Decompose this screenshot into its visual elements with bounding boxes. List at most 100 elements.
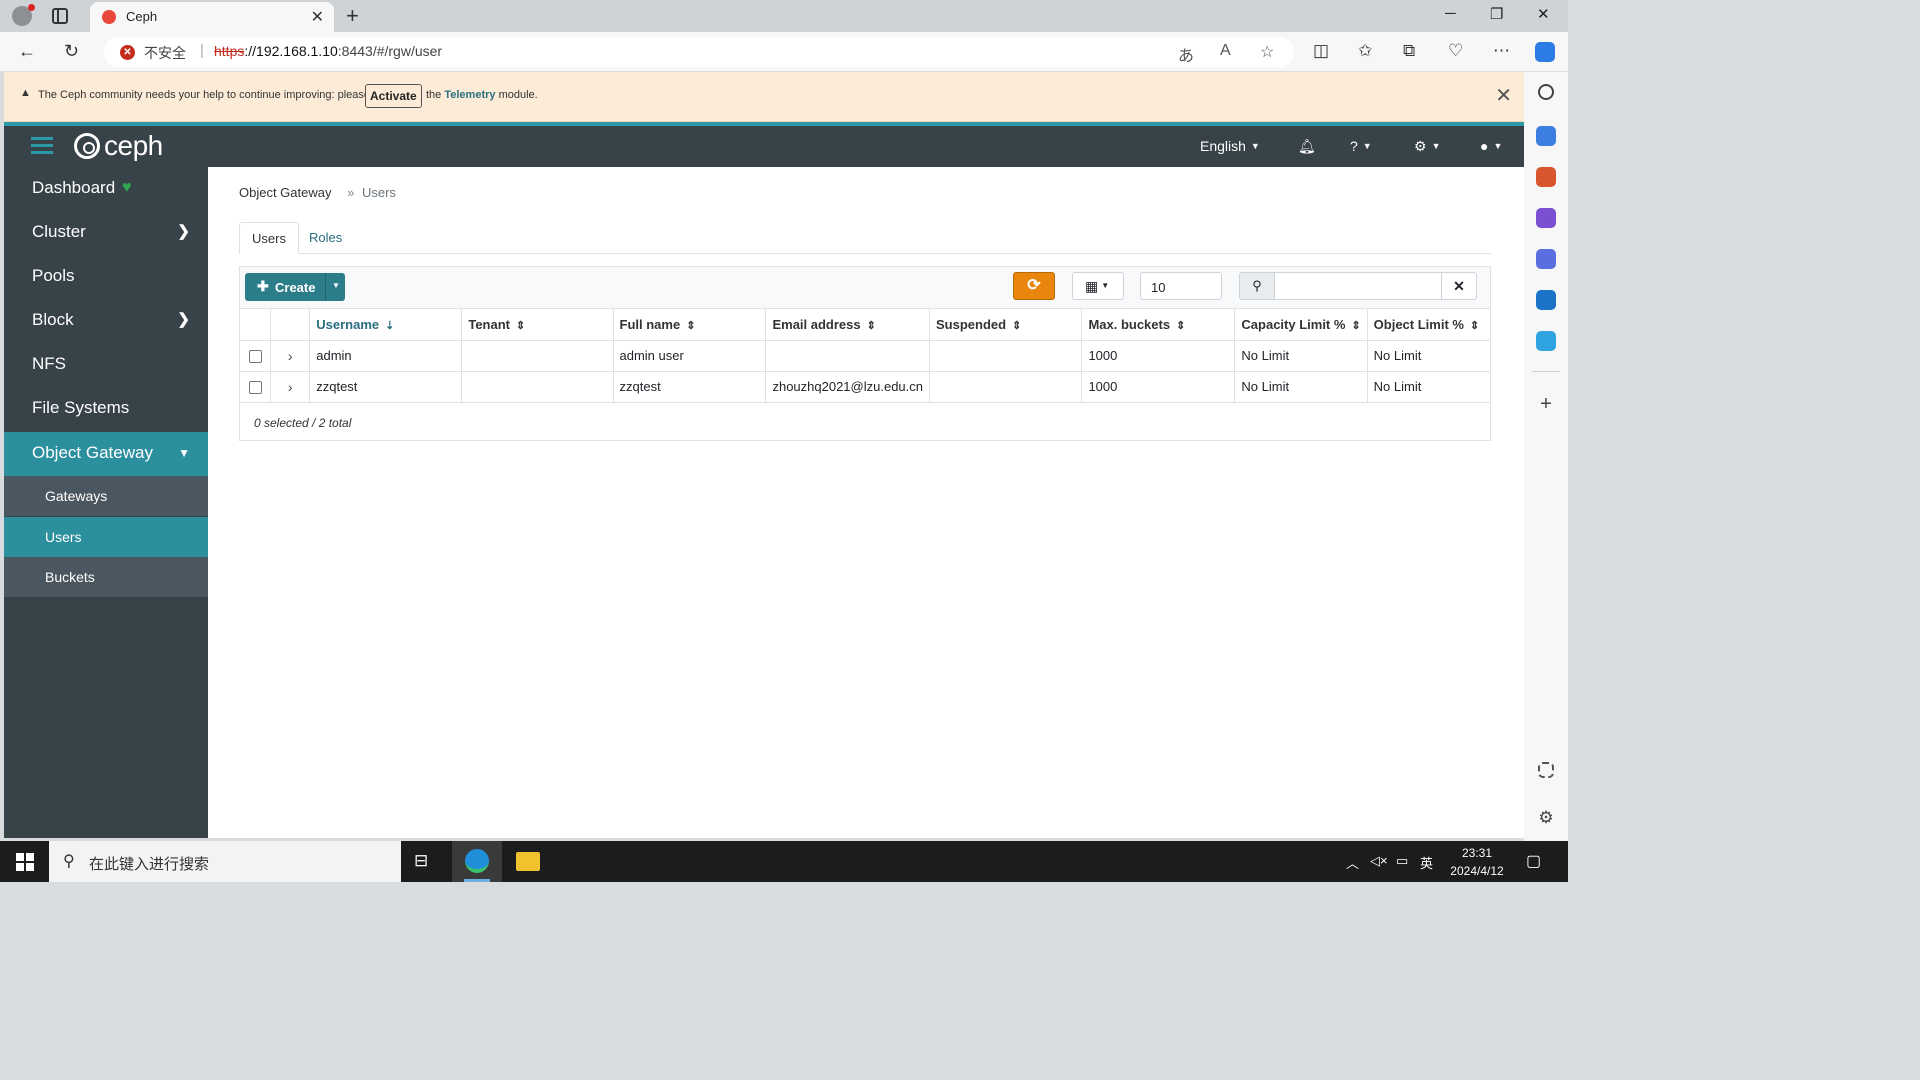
insecure-warning-icon[interactable]: ✕: [120, 45, 135, 60]
cell-full-name: admin user: [613, 340, 767, 372]
translate-icon[interactable]: あ: [1178, 42, 1194, 66]
column-header-email[interactable]: Email address ⇕: [765, 309, 930, 341]
microsoft365-icon[interactable]: [1536, 249, 1556, 269]
window-close-icon[interactable]: ✕: [1537, 5, 1550, 23]
maximize-icon[interactable]: ❐: [1490, 5, 1503, 23]
tools-icon[interactable]: [1536, 167, 1556, 187]
telemetry-link[interactable]: Telemetry: [444, 89, 495, 101]
sidebar-subitem-users[interactable]: Users: [4, 517, 208, 557]
warning-icon: ▲: [20, 87, 31, 99]
tab-users[interactable]: Users: [239, 222, 299, 254]
column-header-username[interactable]: Username ⇣: [309, 309, 463, 341]
gear-icon[interactable]: ⚙ ▼: [1414, 138, 1440, 155]
more-menu-icon[interactable]: ⋯: [1493, 41, 1510, 61]
volume-muted-icon[interactable]: ◁×: [1370, 853, 1388, 869]
cell-username: zzqtest: [309, 371, 463, 403]
close-tab-icon[interactable]: ✕: [311, 7, 324, 27]
table-row[interactable]: › admin admin user 1000 No Limit No Limi…: [240, 340, 1490, 372]
read-aloud-icon[interactable]: A: [1220, 42, 1231, 60]
checkbox[interactable]: [248, 350, 262, 364]
windows-taskbar: ⚲ 在此键入进行搜索 ⊟ ︿ ◁× ▭ 英 23:31 2024/4/12 ▢: [0, 841, 1568, 882]
favorites-icon[interactable]: ✩: [1358, 41, 1372, 61]
reload-icon[interactable]: ↻: [64, 41, 79, 62]
screenshot-icon[interactable]: [1538, 762, 1554, 778]
send-icon[interactable]: [1536, 331, 1556, 351]
split-screen-icon[interactable]: ◫: [1313, 41, 1329, 61]
cell-object-limit: No Limit: [1367, 340, 1490, 372]
outlook-icon[interactable]: [1536, 290, 1556, 310]
sidebar-item-nfs[interactable]: NFS: [4, 343, 208, 387]
url-text[interactable]: https://192.168.1.10:8443/#/rgw/user: [214, 43, 442, 59]
favorite-star-icon[interactable]: ☆: [1260, 42, 1274, 62]
row-checkbox[interactable]: [240, 340, 272, 372]
task-view-icon[interactable]: ⊟: [414, 851, 428, 871]
help-icon[interactable]: ? ▼: [1350, 138, 1372, 154]
selection-count: 0 selected / 2 total: [254, 416, 352, 430]
ceph-logo-icon[interactable]: [74, 133, 100, 159]
row-expand-icon[interactable]: ›: [270, 371, 311, 403]
new-tab-icon[interactable]: +: [346, 3, 359, 29]
column-toggle-button[interactable]: ▦ ▼: [1072, 272, 1124, 300]
sidebar-item-pools[interactable]: Pools: [4, 255, 208, 299]
edge-taskbar-icon[interactable]: [452, 841, 502, 882]
hamburger-menu-icon[interactable]: [31, 137, 53, 155]
sidebar-settings-icon[interactable]: ⚙: [1536, 808, 1556, 828]
column-header-max-buckets[interactable]: Max. buckets ⇕: [1081, 309, 1236, 341]
create-button[interactable]: ✚ Create ▼: [245, 273, 345, 301]
browser-essentials-icon[interactable]: ♡: [1448, 41, 1463, 61]
language-dropdown[interactable]: English ▼: [1200, 138, 1260, 154]
security-label[interactable]: 不安全: [144, 43, 186, 63]
copilot-icon[interactable]: [1535, 42, 1555, 62]
network-icon[interactable]: ▭: [1396, 853, 1408, 869]
browser-tab-ceph[interactable]: Ceph ✕: [90, 2, 334, 32]
page-size-input[interactable]: 10: [1140, 272, 1222, 300]
shopping-icon[interactable]: [1536, 126, 1556, 146]
windows-start-icon[interactable]: [16, 853, 34, 871]
search-sidebar-icon[interactable]: [1538, 84, 1554, 100]
notice-close-icon[interactable]: ✕: [1495, 83, 1512, 108]
sidebar-item-label: File Systems: [32, 398, 130, 417]
sort-ascending-icon: ⇣: [385, 319, 395, 332]
add-sidebar-app-icon[interactable]: +: [1536, 394, 1556, 414]
minimize-icon[interactable]: ─: [1445, 5, 1456, 22]
column-header-full-name[interactable]: Full name ⇕: [613, 309, 767, 341]
taskbar-search[interactable]: ⚲ 在此键入进行搜索: [49, 841, 401, 882]
ceph-logo-text[interactable]: ceph: [104, 130, 163, 162]
activate-button[interactable]: Activate: [365, 84, 422, 108]
sidebar-subitem-buckets[interactable]: Buckets: [4, 557, 208, 597]
search-input[interactable]: [1274, 272, 1442, 300]
column-header-suspended[interactable]: Suspended ⇕: [929, 309, 1083, 341]
row-expand-icon[interactable]: ›: [270, 340, 311, 372]
search-icon[interactable]: ⚲: [1239, 272, 1275, 300]
sidebar-item-object-gateway[interactable]: Object Gateway ▼: [4, 432, 208, 476]
sidebar-item-block[interactable]: Block ❯: [4, 299, 208, 343]
tab-actions-icon[interactable]: [52, 8, 68, 24]
tab-roles[interactable]: Roles: [297, 222, 354, 254]
ime-indicator[interactable]: 英: [1420, 853, 1433, 872]
sidebar-subitem-gateways[interactable]: Gateways: [4, 476, 208, 516]
sidebar-item-file-systems[interactable]: File Systems: [4, 387, 208, 431]
notifications-icon[interactable]: ▢: [1526, 851, 1541, 871]
collections-icon[interactable]: ⧉: [1403, 41, 1415, 61]
taskbar-search-placeholder: 在此键入进行搜索: [89, 856, 210, 873]
checkbox[interactable]: [248, 381, 262, 395]
column-header-tenant[interactable]: Tenant ⇕: [461, 309, 614, 341]
clear-search-icon[interactable]: ✕: [1441, 272, 1477, 300]
table-row[interactable]: › zzqtest zzqtest zhouzhq2021@lzu.edu.cn…: [240, 371, 1490, 403]
column-header-object-limit[interactable]: Object Limit % ⇕: [1367, 309, 1490, 341]
refresh-button[interactable]: ⟳: [1013, 272, 1055, 300]
address-bar[interactable]: ✕ 不安全 | https://192.168.1.10:8443/#/rgw/…: [104, 37, 1294, 67]
file-explorer-icon[interactable]: [516, 852, 540, 871]
chevron-down-icon[interactable]: ▼: [332, 281, 340, 290]
taskbar-clock[interactable]: 23:31 2024/4/12: [1444, 844, 1510, 880]
games-icon[interactable]: [1536, 208, 1556, 228]
row-checkbox[interactable]: [240, 371, 272, 403]
show-hidden-icons-icon[interactable]: ︿: [1346, 853, 1359, 872]
sidebar-item-dashboard[interactable]: Dashboard ♥: [4, 167, 208, 211]
sidebar-item-cluster[interactable]: Cluster ❯: [4, 211, 208, 255]
column-header-capacity-limit[interactable]: Capacity Limit % ⇕: [1234, 309, 1368, 341]
back-icon[interactable]: ←: [18, 41, 36, 62]
breadcrumb-parent[interactable]: Object Gateway: [239, 185, 332, 200]
bell-icon[interactable]: 🔔︎: [1298, 138, 1316, 155]
user-icon[interactable]: ● ▼: [1480, 138, 1502, 154]
